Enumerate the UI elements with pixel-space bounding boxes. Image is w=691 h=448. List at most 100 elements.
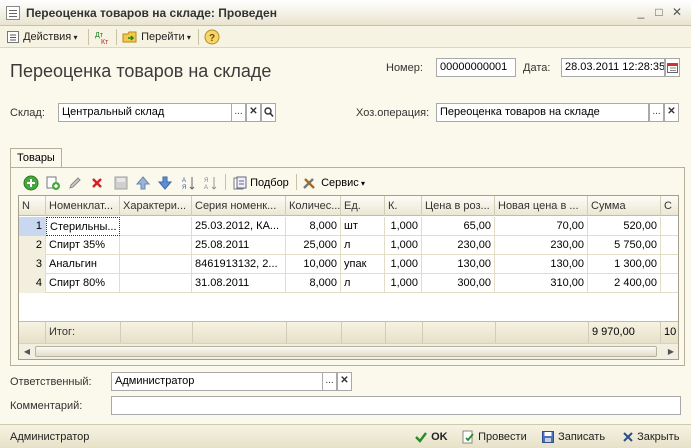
horizontal-scrollbar[interactable]: ◀ ▶: [19, 343, 678, 359]
calendar-button[interactable]: [665, 58, 680, 77]
svg-text:А: А: [182, 178, 186, 184]
operation-select-button[interactable]: ...: [649, 103, 664, 122]
minimize-icon[interactable]: _: [634, 5, 648, 19]
goods-panel: АЯ ЯА Подбор Сервис ▾ N Номенклат... Хар…: [10, 167, 685, 366]
dt-kt-button[interactable]: Дт Кт: [94, 28, 112, 46]
column-header[interactable]: Количес...: [286, 196, 341, 216]
cell-quantity[interactable]: 8,000: [286, 274, 341, 293]
column-header[interactable]: С: [661, 196, 678, 216]
footer-label: Итог:: [49, 326, 76, 338]
responsible-field[interactable]: Администратор: [111, 372, 323, 391]
close-icon[interactable]: ✕: [670, 5, 684, 19]
cell-retail-price[interactable]: 300,00: [422, 274, 495, 293]
goto-menu[interactable]: Перейти ▾: [122, 28, 191, 46]
cell-nomenclature[interactable]: Спирт 80%: [46, 274, 120, 293]
cell-unit[interactable]: л: [341, 236, 385, 255]
table-row[interactable]: 3 Анальгин 8461913132, 2... 10,000 упак …: [19, 255, 678, 274]
svg-text:Я: Я: [204, 178, 208, 184]
column-header[interactable]: Цена в роз...: [422, 196, 495, 216]
cell-quantity[interactable]: 8,000: [286, 217, 341, 236]
sort-descending-icon[interactable]: ЯА: [203, 175, 219, 191]
cell-nomenclature[interactable]: Анальгин: [46, 255, 120, 274]
scroll-left-icon[interactable]: ◀: [21, 346, 33, 357]
column-header[interactable]: Новая цена в ...: [495, 196, 588, 216]
table-row[interactable]: 2 Спирт 35% 25.08.2011 25,000 л 1,000 23…: [19, 236, 678, 255]
move-down-icon[interactable]: [157, 175, 173, 191]
svg-text:А: А: [204, 185, 208, 191]
operation-clear-button[interactable]: ✕: [664, 103, 679, 122]
warehouse-clear-button[interactable]: ✕: [246, 103, 261, 122]
scroll-thumb[interactable]: [35, 346, 657, 357]
close-button[interactable]: Закрыть: [622, 429, 679, 445]
responsible-select-button[interactable]: ...: [322, 372, 337, 391]
service-menu[interactable]: Сервис ▾: [302, 175, 365, 191]
move-up-icon[interactable]: [135, 175, 151, 191]
cell-quantity[interactable]: 10,000: [286, 255, 341, 274]
goods-table[interactable]: N Номенклат... Характери... Серия номенк…: [18, 195, 679, 360]
sort-ascending-icon[interactable]: АЯ: [181, 175, 197, 191]
comment-field[interactable]: [111, 396, 681, 415]
column-header[interactable]: Номенклат...: [46, 196, 120, 216]
scroll-right-icon[interactable]: ▶: [665, 346, 677, 357]
tab-goods[interactable]: Товары: [10, 148, 62, 168]
restore-icon[interactable]: □: [652, 5, 666, 19]
cell-characteristic[interactable]: [120, 274, 192, 293]
cell-unit[interactable]: упак: [341, 255, 385, 274]
cell-retail-price[interactable]: 130,00: [422, 255, 495, 274]
post-button[interactable]: Провести: [461, 429, 527, 445]
table-row[interactable]: 4 Спирт 80% 31.08.2011 8,000 л 1,000 300…: [19, 274, 678, 293]
operation-field[interactable]: Переоценка товаров на складе: [436, 103, 649, 122]
end-edit-icon[interactable]: [113, 175, 129, 191]
cell-coefficient[interactable]: 1,000: [385, 255, 422, 274]
actions-menu[interactable]: Действия ▾: [6, 28, 78, 46]
cell-series[interactable]: 25.08.2011: [192, 236, 286, 255]
warehouse-field[interactable]: Центральный склад: [58, 103, 232, 122]
cell-sum[interactable]: 1 300,00: [588, 255, 661, 274]
cell-nomenclature[interactable]: Спирт 35%: [46, 236, 120, 255]
selection-button[interactable]: Подбор: [233, 175, 289, 191]
cell-unit[interactable]: л: [341, 274, 385, 293]
warehouse-select-button[interactable]: ...: [231, 103, 246, 122]
save-button[interactable]: Записать: [541, 429, 605, 445]
cell-characteristic[interactable]: [120, 255, 192, 274]
cell-sum[interactable]: 2 400,00: [588, 274, 661, 293]
column-header[interactable]: К.: [385, 196, 422, 216]
close-label: Закрыть: [637, 431, 680, 443]
cell-sum[interactable]: 520,00: [588, 217, 661, 236]
add-icon[interactable]: [23, 175, 39, 191]
column-header[interactable]: Ед.: [341, 196, 385, 216]
table-row[interactable]: 1 Стерильны... 25.03.2012, КА... 8,000 ш…: [19, 217, 678, 236]
delete-icon[interactable]: [89, 175, 105, 191]
column-header[interactable]: N: [19, 196, 46, 216]
cell-coefficient[interactable]: 1,000: [385, 217, 422, 236]
column-header[interactable]: Сумма: [588, 196, 661, 216]
cell-coefficient[interactable]: 1,000: [385, 236, 422, 255]
cell-new-price[interactable]: 130,00: [495, 255, 588, 274]
cell-nomenclature[interactable]: Стерильны...: [46, 217, 120, 236]
cell-new-price[interactable]: 230,00: [495, 236, 588, 255]
cell-sum[interactable]: 5 750,00: [588, 236, 661, 255]
copy-icon[interactable]: [45, 175, 61, 191]
cell-characteristic[interactable]: [120, 217, 192, 236]
save-label: Записать: [558, 431, 606, 443]
cell-characteristic[interactable]: [120, 236, 192, 255]
cell-coefficient[interactable]: 1,000: [385, 274, 422, 293]
cell-series[interactable]: 31.08.2011: [192, 274, 286, 293]
ok-button[interactable]: OK: [414, 429, 448, 445]
edit-icon[interactable]: [67, 175, 83, 191]
cell-new-price[interactable]: 310,00: [495, 274, 588, 293]
responsible-clear-button[interactable]: ✕: [337, 372, 352, 391]
help-button[interactable]: ?: [204, 28, 220, 46]
number-field[interactable]: 00000000001: [436, 58, 516, 77]
date-field[interactable]: 28.03.2011 12:28:35: [561, 58, 665, 77]
cell-retail-price[interactable]: 230,00: [422, 236, 495, 255]
cell-unit[interactable]: шт: [341, 217, 385, 236]
column-header[interactable]: Характери...: [120, 196, 192, 216]
cell-series[interactable]: 8461913132, 2...: [192, 255, 286, 274]
cell-series[interactable]: 25.03.2012, КА...: [192, 217, 286, 236]
warehouse-open-button[interactable]: [261, 103, 276, 122]
cell-retail-price[interactable]: 65,00: [422, 217, 495, 236]
cell-new-price[interactable]: 70,00: [495, 217, 588, 236]
cell-quantity[interactable]: 25,000: [286, 236, 341, 255]
column-header[interactable]: Серия номенк...: [192, 196, 286, 216]
